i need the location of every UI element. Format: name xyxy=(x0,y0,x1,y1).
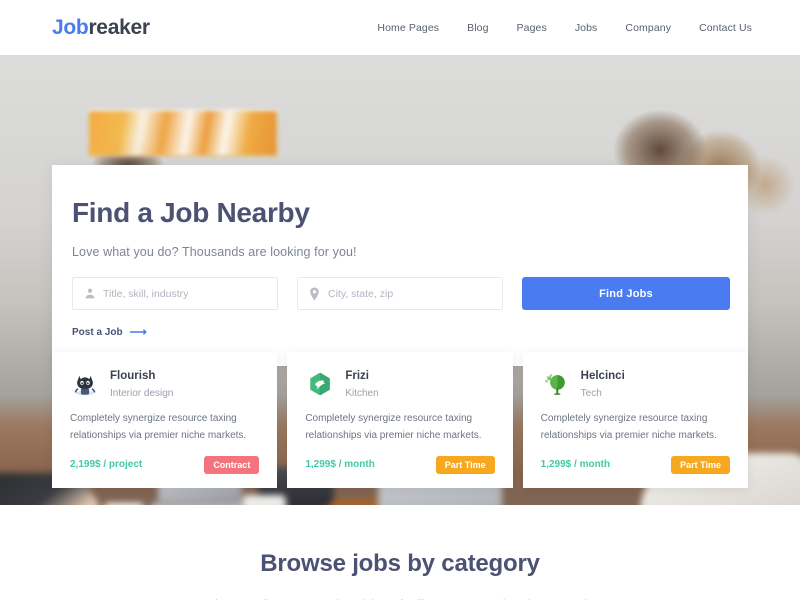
job-card-footer: 2,199$ / project Contract xyxy=(70,455,260,474)
job-type-badge: Part Time xyxy=(671,455,730,474)
nav-item-jobs[interactable]: Jobs xyxy=(575,22,598,34)
logo-text-secondary: reaker xyxy=(88,15,150,39)
location-field-wrapper[interactable] xyxy=(297,277,503,310)
job-card-footer: 1,299$ / month Part Time xyxy=(305,455,495,474)
nav-item-pages[interactable]: Pages xyxy=(517,22,547,34)
hero-subtitle: Love what you do? Thousands are looking … xyxy=(72,245,357,259)
job-search-panel: Find a Job Nearby Love what you do? Thou… xyxy=(52,165,748,366)
logo-text-primary: Job xyxy=(52,15,89,39)
page-title: Find a Job Nearby xyxy=(72,197,310,228)
job-card-header: Flourish Interior design xyxy=(70,368,259,399)
post-a-job-link[interactable]: Post a Job ⟶ xyxy=(72,326,147,338)
job-card-footer: 1,299$ / month Part Time xyxy=(540,455,730,474)
job-category: Kitchen xyxy=(345,387,379,399)
map-pin-icon xyxy=(308,287,321,300)
post-a-job-label: Post a Job xyxy=(72,326,123,338)
site-header: Jobreaker Home Pages Blog Pages Jobs Com… xyxy=(0,0,800,55)
job-company-name: Helcinci xyxy=(580,370,625,382)
job-price: 1,299$ / month xyxy=(305,459,375,471)
job-type-badge: Contract xyxy=(204,455,260,474)
hero-coffee-cup xyxy=(242,495,286,505)
green-hexagon-logo-icon xyxy=(305,369,334,398)
job-category: Interior design xyxy=(110,387,174,399)
site-logo[interactable]: Jobreaker xyxy=(52,16,150,40)
green-tree-logo-icon xyxy=(541,369,570,398)
user-icon xyxy=(83,287,96,300)
job-card-titles: Frizi Kitchen xyxy=(345,368,378,399)
find-jobs-button[interactable]: Find Jobs xyxy=(522,277,730,310)
job-card[interactable]: Helcinci Tech Completely synergize resou… xyxy=(522,352,748,488)
search-form: Find Jobs xyxy=(72,277,730,310)
location-input[interactable] xyxy=(328,287,502,300)
job-description: Completely synergize resource taxing rel… xyxy=(305,412,482,442)
job-card[interactable]: Flourish Interior design Completely syne… xyxy=(52,352,278,488)
nav-item-contact-us[interactable]: Contact Us xyxy=(699,22,752,34)
job-card[interactable]: Frizi Kitchen Completely synergize resou… xyxy=(287,352,513,488)
job-category: Tech xyxy=(580,387,602,399)
job-card-header: Frizi Kitchen xyxy=(305,368,494,399)
main-navigation: Home Pages Blog Pages Jobs Company Conta… xyxy=(377,22,752,34)
job-price: 1,299$ / month xyxy=(540,459,611,471)
featured-jobs-list: Flourish Interior design Completely syne… xyxy=(52,352,748,488)
section-title: Browse jobs by category xyxy=(260,550,540,577)
job-type-badge: Part Time xyxy=(435,455,495,474)
hero-glass xyxy=(104,503,144,505)
job-card-header: Helcinci Tech xyxy=(541,368,730,399)
nav-item-home-pages[interactable]: Home Pages xyxy=(377,22,439,34)
search-input[interactable] xyxy=(103,287,277,300)
arrow-right-icon: ⟶ xyxy=(129,325,147,339)
hero-wall-painting xyxy=(88,111,278,157)
nav-item-blog[interactable]: Blog xyxy=(467,22,488,34)
job-card-titles: Flourish Interior design xyxy=(110,368,173,399)
nav-item-company[interactable]: Company xyxy=(625,22,671,34)
job-card-titles: Helcinci Tech xyxy=(581,368,625,399)
keyword-field-wrapper[interactable] xyxy=(72,277,278,310)
hero-laptop-keyboard xyxy=(144,502,250,505)
job-company-name: Frizi xyxy=(345,370,369,382)
job-price: 2,199$ / project xyxy=(70,459,143,471)
job-company-name: Flourish xyxy=(110,370,156,382)
job-description: Completely synergize resource taxing rel… xyxy=(70,412,247,442)
browse-categories-section: Browse jobs by category Li Europan lingu… xyxy=(0,505,800,600)
octocat-logo-icon xyxy=(70,369,99,398)
hero-section: Find a Job Nearby Love what you do? Thou… xyxy=(0,55,800,505)
job-description: Completely synergize resource taxing rel… xyxy=(540,412,717,442)
